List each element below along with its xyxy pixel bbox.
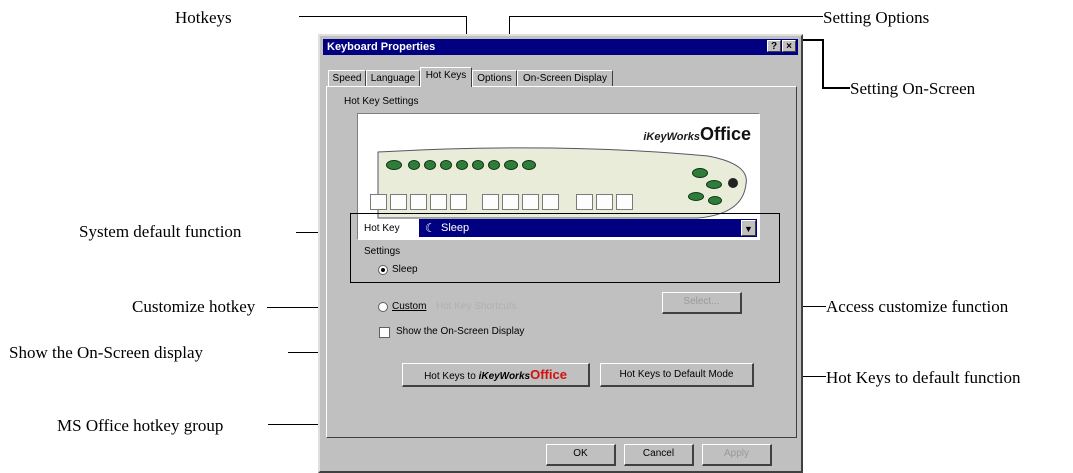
tab-language[interactable]: Language <box>366 70 420 86</box>
custom-radio-label: Custom <box>392 301 427 312</box>
keyboard-properties-dialog: Keyboard Properties ? × Speed Language H… <box>318 34 803 473</box>
hot-key-select[interactable]: ☾ Sleep ▼ <box>419 219 757 237</box>
scroll-wheel <box>728 178 738 188</box>
annotation-system-default: System default function <box>79 222 242 241</box>
help-button[interactable]: ? <box>767 40 781 52</box>
hot-keys-to-label: Hot Keys to <box>424 371 476 382</box>
annotation-setting-options: Setting Options <box>823 8 930 27</box>
key-slot <box>522 194 539 210</box>
custom-radio[interactable] <box>378 302 388 312</box>
key-slot <box>576 194 593 210</box>
hot-key-label: Hot Key <box>364 223 400 234</box>
hotkey-button <box>440 160 452 170</box>
annotation-hotkeys: Hotkeys <box>175 8 232 27</box>
hot-key-select-value: Sleep <box>441 222 470 234</box>
office-logo-suffix: Office <box>530 367 567 382</box>
hotkey-button <box>522 160 536 170</box>
hotkey-button <box>688 192 704 201</box>
select-button[interactable]: Select... <box>662 292 742 314</box>
key-slot <box>430 194 447 210</box>
leader-office-h1 <box>268 424 322 425</box>
hotkey-button <box>488 160 500 170</box>
key-slot <box>616 194 633 210</box>
annotation-customize-hotkey: Customize hotkey <box>132 297 256 316</box>
key-slot <box>370 194 387 210</box>
chevron-down-icon[interactable]: ▼ <box>741 220 756 236</box>
tab-options[interactable]: Options <box>472 70 517 86</box>
close-button[interactable]: × <box>782 40 796 52</box>
title-bar: Keyboard Properties ? × <box>323 39 798 55</box>
ok-button[interactable]: OK <box>546 444 616 466</box>
leader-options-h <box>509 16 823 17</box>
hotkey-button <box>424 160 436 170</box>
tab-speed[interactable]: Speed <box>328 70 366 86</box>
hotkey-button <box>706 180 722 189</box>
show-osd-checkbox[interactable] <box>379 327 390 338</box>
sleep-radio[interactable] <box>378 265 388 275</box>
hot-keys-default-mode-button[interactable]: Hot Keys to Default Mode <box>600 363 754 387</box>
leader-onscreen-h2 <box>822 87 850 89</box>
tab-hot-keys[interactable]: Hot Keys <box>420 67 472 87</box>
key-slot <box>482 194 499 210</box>
key-slot <box>390 194 407 210</box>
leader-osd-h1 <box>288 352 322 353</box>
custom-shortcut-field: Hot Key Shortcuts <box>436 301 517 312</box>
settings-label: Settings <box>364 246 401 257</box>
annotation-setting-onscreen: Setting On-Screen <box>850 79 976 98</box>
hot-keys-to-office-button[interactable]: Hot Keys to iKeyWorksOffice <box>402 363 590 387</box>
leader-onscreen-v <box>822 39 824 88</box>
show-osd-label: Show the On-Screen Display <box>396 326 525 337</box>
hotkey-button <box>708 196 722 205</box>
apply-button[interactable]: Apply <box>702 444 772 466</box>
moon-icon: ☾ <box>425 221 436 235</box>
office-logo-prefix: iKeyWorks <box>478 371 531 382</box>
hot-key-settings-label: Hot Key Settings <box>344 96 419 107</box>
hotkey-button <box>472 160 484 170</box>
sleep-radio-label: Sleep <box>392 264 418 275</box>
annotation-ms-office-group: MS Office hotkey group <box>57 416 224 435</box>
key-slot <box>502 194 519 210</box>
tab-on-screen-display[interactable]: On-Screen Display <box>517 70 613 86</box>
annotation-hotkeys-default: Hot Keys to default function <box>826 368 1021 387</box>
key-slot <box>542 194 559 210</box>
annotation-access-customize: Access customize function <box>826 297 1009 316</box>
dialog-title: Keyboard Properties <box>327 41 436 53</box>
annotation-show-onscreen: Show the On-Screen display <box>9 343 204 362</box>
hotkey-button <box>386 160 402 170</box>
key-slot <box>450 194 467 210</box>
hotkey-button <box>504 160 518 170</box>
hotkey-button <box>692 168 708 178</box>
key-slot <box>410 194 427 210</box>
leader-hotkeys-h <box>299 16 467 17</box>
hotkey-button <box>408 160 420 170</box>
hotkey-button <box>456 160 468 170</box>
key-slot <box>596 194 613 210</box>
cancel-button[interactable]: Cancel <box>624 444 694 466</box>
